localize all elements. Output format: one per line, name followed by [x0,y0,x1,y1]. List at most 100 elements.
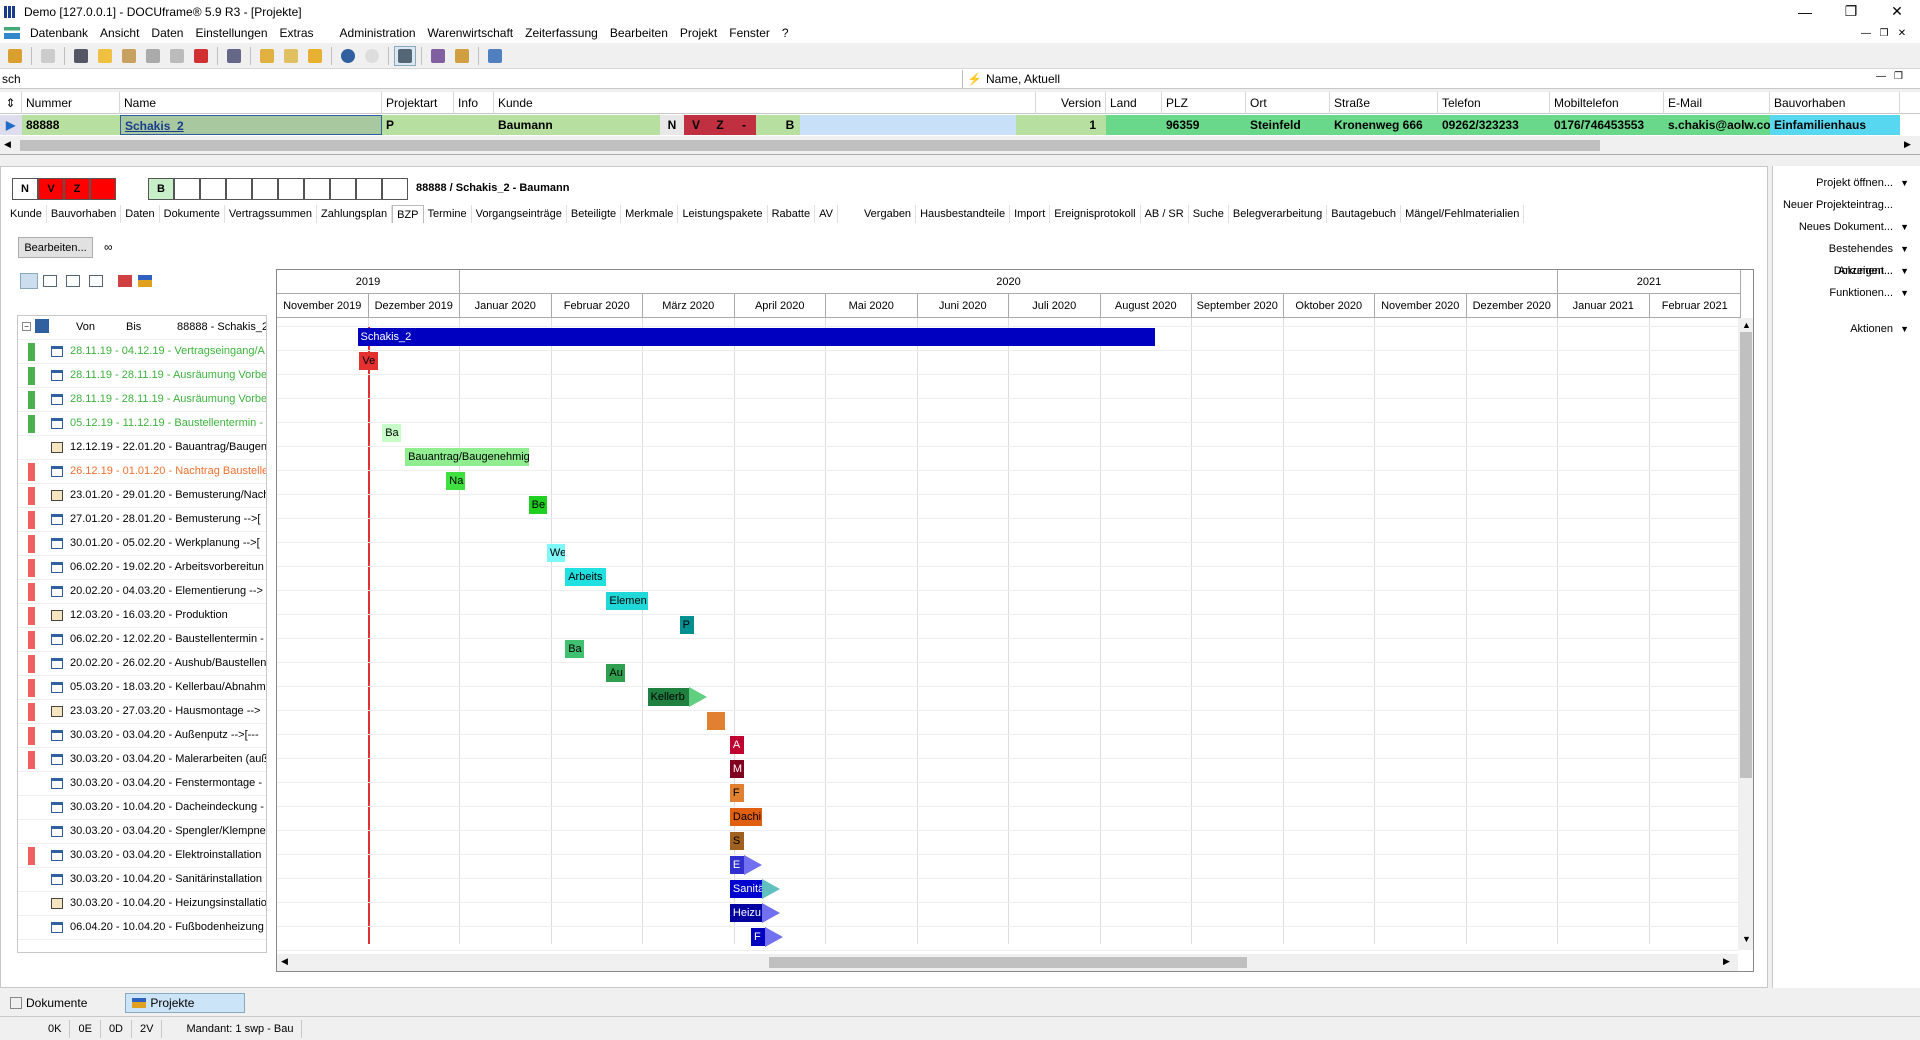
tab-17[interactable]: Ereignisprotokoll [1050,205,1141,223]
cell-nummer[interactable]: 88888 [22,115,120,135]
tab-13[interactable]: AV [815,205,838,223]
list-item[interactable]: 30.03.20 - 03.04.20 - Spengler/Klempner [18,820,266,844]
col-telefon[interactable]: Telefon [1438,92,1550,114]
mdi-close-button[interactable]: ✕ [1894,26,1910,40]
phone-icon[interactable] [223,46,245,66]
gantt-bar[interactable]: Na [446,472,465,490]
tab-11[interactable]: Leistungspakete [678,205,768,223]
col-info[interactable]: Info [454,92,494,114]
list-item[interactable]: 27.01.20 - 28.01.20 - Bemusterung -->[ [18,508,266,532]
list-view-icon[interactable] [43,275,57,287]
tab-16[interactable]: Import [1010,205,1051,223]
gantt-bar[interactable]: Ve [359,352,378,370]
gantt-vertical-scrollbar[interactable]: ▲ ▼ [1738,318,1753,950]
gantt-bar[interactable]: M [729,760,744,778]
action-item[interactable]: Projekt öffnen... ▼ [1773,172,1913,194]
glasses-icon[interactable]: ∞ [104,240,113,254]
list-item[interactable]: 06.02.20 - 19.02.20 - Arbeitsvorbereitun [18,556,266,580]
search-disabled-icon[interactable] [361,46,383,66]
gantt-bar[interactable]: F [750,928,765,946]
gantt-horizontal-scrollbar[interactable]: ◀ ▶ [277,954,1738,971]
cell-projektart[interactable]: P [382,115,494,135]
toolbar-icon-2[interactable] [70,46,92,66]
col-strasse[interactable]: Straße [1330,92,1438,114]
action-item[interactable]: Funktionen... ▼ [1773,282,1913,304]
row-selector-icon[interactable]: ⇕ [0,92,22,114]
toolbar-icon-6[interactable] [166,46,188,66]
table-row[interactable]: ▶ 88888 Schakis_2 P Baumann N V Z - B 1 … [0,114,1920,136]
tab-5[interactable]: Zahlungsplan [317,205,393,223]
gantt-bar[interactable]: Ba [565,640,584,658]
col-email[interactable]: E-Mail [1664,92,1770,114]
menu-item-10[interactable]: Fenster [723,26,776,40]
tab-18[interactable]: AB / SR [1141,205,1189,223]
toolbar-icon-5[interactable] [142,46,164,66]
tab-8[interactable]: Vorgangseinträge [472,205,567,223]
table-view-icon[interactable] [66,275,80,287]
tab-6[interactable]: BZP [392,205,424,223]
gantt-bar[interactable]: We [546,544,566,562]
col-land[interactable]: Land [1106,92,1162,114]
calendar-icon[interactable] [190,46,212,66]
gantt-bar[interactable]: S [729,832,744,850]
gantt-bar[interactable]: Schakis_2 [357,328,1156,346]
col-nummer[interactable]: Nummer [22,92,120,114]
list-item[interactable]: 12.03.20 - 16.03.20 - Produktion [18,604,266,628]
gantt-bar[interactable]: Elemen [606,592,648,610]
list-item[interactable]: 23.01.20 - 29.01.20 - Bemusterung/Nach [18,484,266,508]
restore-icon[interactable]: — [1876,71,1886,82]
minimize-button[interactable]: — [1782,0,1828,23]
menu-item-6[interactable]: Warenwirtschaft [422,26,520,40]
toolbar-icon-9[interactable] [304,46,326,66]
gantt-bar[interactable]: A [729,736,744,754]
list-item[interactable]: 28.11.19 - 04.12.19 - Vertragseingang/A [18,340,266,364]
list-item[interactable]: 30.03.20 - 03.04.20 - Elektroinstallatio… [18,844,266,868]
gantt-bar[interactable]: Dachi [729,808,762,826]
maximize-button[interactable]: ❐ [1828,0,1874,23]
tab-19[interactable]: Suche [1189,205,1229,223]
scroll-left-icon[interactable]: ◀ [4,139,11,150]
scrollbar-thumb[interactable] [20,140,1600,151]
edit-button[interactable]: Bearbeiten... [18,237,93,258]
action-item[interactable]: Bestehendes Dokument... ▼ [1773,238,1913,277]
toolbar-icon-11[interactable] [451,46,473,66]
list-item[interactable]: 30.03.20 - 03.04.20 - Malerarbeiten (auß [18,748,266,772]
cell-bauvorhaben[interactable]: Einfamilienhaus [1770,115,1900,135]
tools-icon[interactable] [118,275,132,287]
col-projektart[interactable]: Projektart [382,92,454,114]
print-icon[interactable] [37,46,59,66]
list-item[interactable]: 30.03.20 - 10.04.20 - Sanitärinstallatio… [18,868,266,892]
list-item[interactable]: 06.02.20 - 12.02.20 - Baustellentermin - [18,628,266,652]
list-item[interactable]: 12.12.19 - 22.01.20 - Bauantrag/Baugen [18,436,266,460]
bars-icon[interactable] [138,275,152,287]
list-item[interactable]: 30.03.20 - 10.04.20 - Heizungsinstallati… [18,892,266,916]
tab-1[interactable]: Bauvorhaben [47,205,122,223]
cell-email[interactable]: s.chakis@aolw.cor [1664,115,1770,135]
grid-view-icon[interactable] [89,275,103,287]
scrollbar-thumb[interactable] [769,957,1247,968]
gantt-bar[interactable] [707,712,726,730]
tab-20[interactable]: Belegverarbeitung [1229,205,1328,223]
toolbar-icon-3[interactable] [94,46,116,66]
list-item[interactable]: 06.04.20 - 10.04.20 - Fußbodenheizung [18,916,266,940]
tab-9[interactable]: Beteiligte [567,205,622,223]
tab-21[interactable]: Bautagebuch [1327,205,1402,223]
cell-land[interactable] [1106,115,1162,135]
menu-item-1[interactable]: Ansicht [94,26,145,40]
cell-name[interactable]: Schakis_2 [120,115,382,135]
gantt-bar[interactable]: Kellerb [647,688,689,706]
toolbar-icon-1[interactable] [4,46,26,66]
list-item[interactable]: 28.11.19 - 28.11.19 - Ausräumung Vorbe [18,388,266,412]
tab-dokumente[interactable]: Dokumente [4,993,93,1013]
tab-14[interactable]: Vergaben [860,205,917,223]
action-item[interactable]: Neues Dokument... ▼ [1773,216,1913,238]
scrollbar-thumb[interactable] [1740,332,1752,778]
col-version[interactable]: Version [1036,92,1106,114]
close-button[interactable]: ✕ [1874,0,1920,23]
list-item[interactable]: 26.12.19 - 01.01.20 - Nachtrag Baustelle [18,460,266,484]
menu-item-3[interactable]: Einstellungen [189,26,273,40]
scroll-right-icon[interactable]: ▶ [1904,139,1911,150]
col-bauvorhaben[interactable]: Bauvorhaben [1770,92,1900,114]
tab-22[interactable]: Mängel/Fehlmaterialien [1401,205,1525,223]
toolbar-icon-4[interactable] [118,46,140,66]
